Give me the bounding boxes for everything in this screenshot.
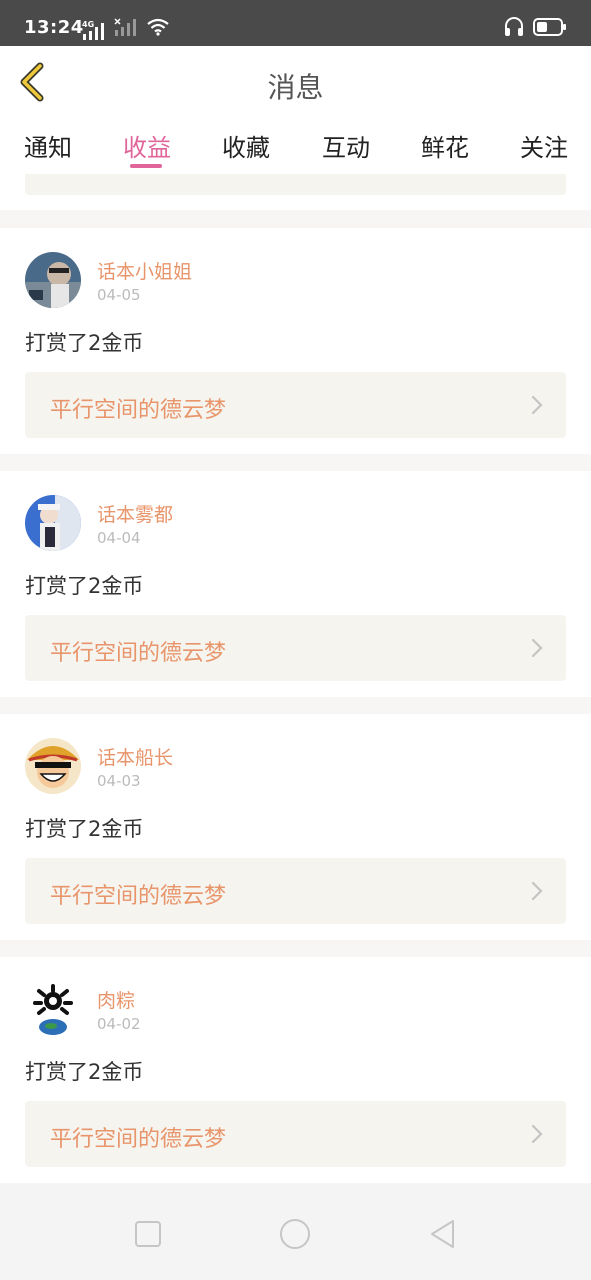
- recent-apps-button[interactable]: [128, 1214, 168, 1254]
- message-date: 04-05: [97, 286, 141, 304]
- active-tab-indicator: [130, 164, 162, 168]
- avatar[interactable]: [25, 981, 81, 1037]
- work-link[interactable]: 平行空间的德云梦: [25, 372, 566, 438]
- wifi-icon: [146, 18, 170, 40]
- message-date: 04-02: [97, 1015, 141, 1033]
- message-card: 话本雾都 04-04 打赏了2金币 平行空间的德云梦: [0, 471, 591, 697]
- tab-favorites[interactable]: 收藏: [222, 128, 270, 163]
- status-signal-group: 4G: [82, 18, 170, 40]
- message-date: 04-03: [97, 772, 141, 790]
- username[interactable]: 话本船长: [97, 743, 173, 770]
- message-feed: 话本小姐姐 04-05 打赏了2金币 平行空间的德云梦 话本雾都 04-04 打…: [0, 228, 591, 1200]
- chevron-right-icon: [531, 1124, 543, 1144]
- work-title: 平行空间的德云梦: [50, 641, 227, 666]
- work-title: 平行空间的德云梦: [50, 398, 227, 423]
- avatar[interactable]: [25, 495, 81, 551]
- battery-icon: [533, 17, 567, 41]
- system-nav-bar: [0, 1184, 591, 1280]
- circle-home-icon: [280, 1219, 310, 1249]
- tab-earnings[interactable]: 收益: [123, 128, 171, 163]
- headphones-icon: [503, 16, 525, 42]
- work-title: 平行空间的德云梦: [50, 884, 227, 909]
- username[interactable]: 肉粽: [97, 986, 135, 1013]
- no-sim-signal-icon: [114, 18, 140, 40]
- message-date: 04-04: [97, 529, 141, 547]
- message-text: 打赏了2金币: [25, 817, 144, 841]
- tab-flowers[interactable]: 鲜花: [421, 128, 469, 163]
- work-link[interactable]: 平行空间的德云梦: [25, 615, 566, 681]
- page-title: 消息: [267, 71, 324, 104]
- tab-following[interactable]: 关注: [520, 128, 568, 163]
- tab-interactions[interactable]: 互动: [322, 128, 370, 163]
- triangle-back-icon: [431, 1220, 454, 1248]
- message-card: 话本船长 04-03 打赏了2金币 平行空间的德云梦: [0, 714, 591, 940]
- status-right-group: [503, 16, 567, 42]
- avatar[interactable]: [25, 738, 81, 794]
- signal-icon: 4G: [82, 20, 108, 40]
- status-time: 13:24: [24, 17, 84, 38]
- chevron-right-icon: [531, 881, 543, 901]
- message-text: 打赏了2金币: [25, 331, 144, 355]
- username[interactable]: 话本小姐姐: [97, 257, 192, 284]
- work-link[interactable]: 平行空间的德云梦: [25, 1101, 566, 1167]
- message-text: 打赏了2金币: [25, 1060, 144, 1084]
- partial-message-card: [0, 174, 591, 210]
- username[interactable]: 话本雾都: [97, 500, 173, 527]
- square-recent-apps-icon: [135, 1221, 161, 1247]
- partial-work-link[interactable]: [25, 174, 566, 195]
- work-title: 平行空间的德云梦: [50, 1127, 227, 1152]
- status-bar: 13:24 4G: [0, 0, 591, 46]
- message-card: 话本小姐姐 04-05 打赏了2金币 平行空间的德云梦: [0, 228, 591, 454]
- tab-notifications[interactable]: 通知: [24, 128, 72, 163]
- header-bar: 消息: [0, 46, 591, 119]
- tab-bar: 通知 收益 收藏 互动 鲜花 关注: [0, 118, 591, 174]
- message-text: 打赏了2金币: [25, 574, 144, 598]
- chevron-right-icon: [531, 395, 543, 415]
- chevron-right-icon: [531, 638, 543, 658]
- back-nav-button[interactable]: [423, 1214, 463, 1254]
- avatar[interactable]: [25, 252, 81, 308]
- work-link[interactable]: 平行空间的德云梦: [25, 858, 566, 924]
- home-button[interactable]: [275, 1214, 315, 1254]
- message-card: 肉粽 04-02 打赏了2金币 平行空间的德云梦: [0, 957, 591, 1183]
